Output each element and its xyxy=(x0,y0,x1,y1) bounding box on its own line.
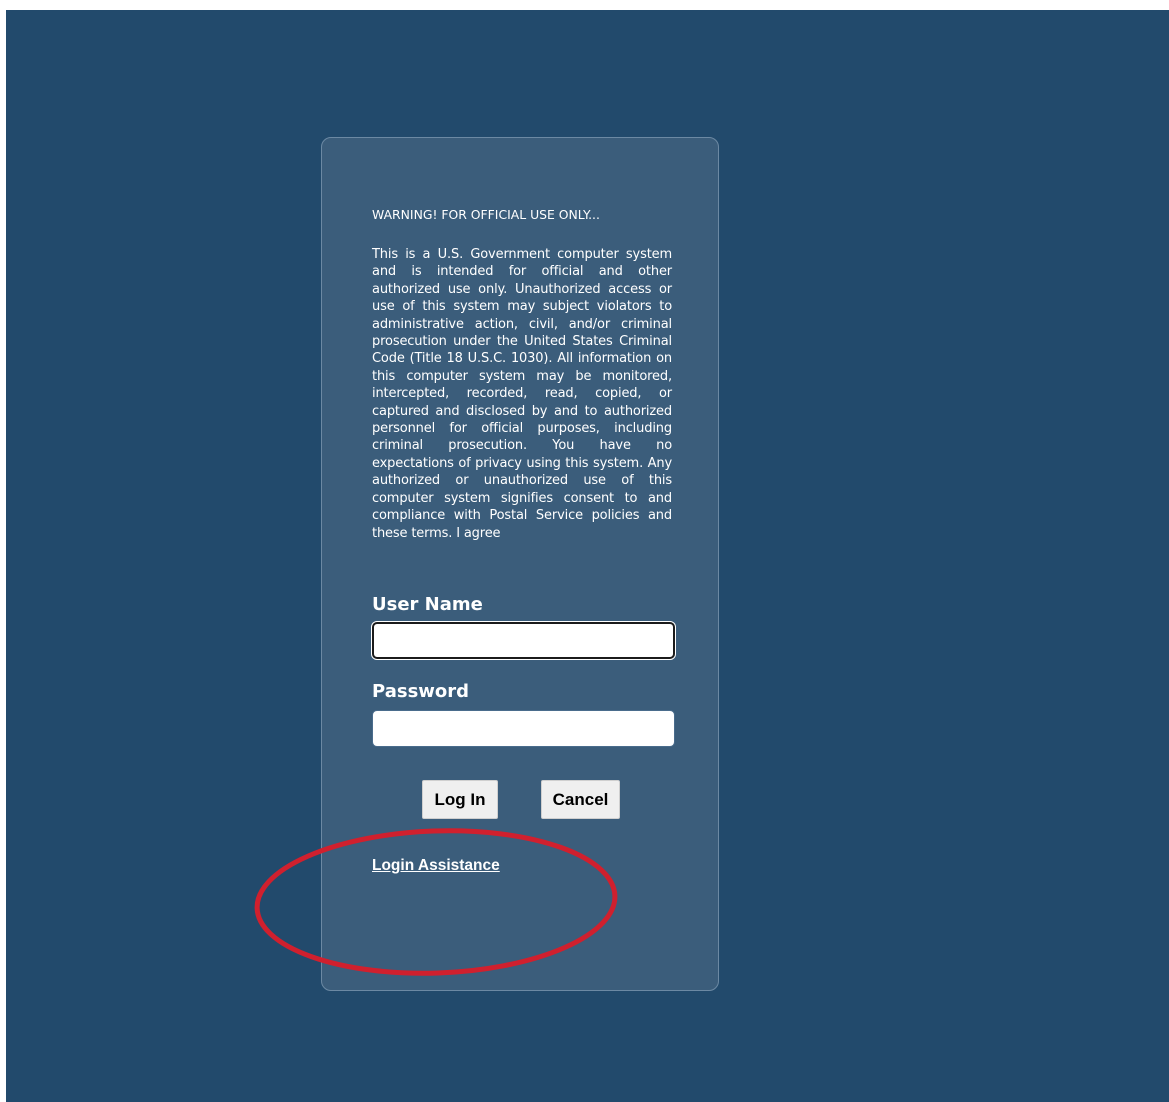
warning-title: WARNING! FOR OFFICIAL USE ONLY... xyxy=(372,207,600,222)
login-assistance-link[interactable]: Login Assistance xyxy=(372,857,500,875)
warning-text: This is a U.S. Government computer syste… xyxy=(372,247,672,541)
cancel-button[interactable]: Cancel xyxy=(541,780,620,819)
username-label: User Name xyxy=(372,594,483,615)
password-label: Password xyxy=(372,681,470,702)
password-input[interactable] xyxy=(372,710,675,747)
login-panel: WARNING! FOR OFFICIAL USE ONLY... This i… xyxy=(321,137,719,991)
login-button[interactable]: Log In xyxy=(422,780,498,819)
username-input[interactable] xyxy=(372,622,675,659)
